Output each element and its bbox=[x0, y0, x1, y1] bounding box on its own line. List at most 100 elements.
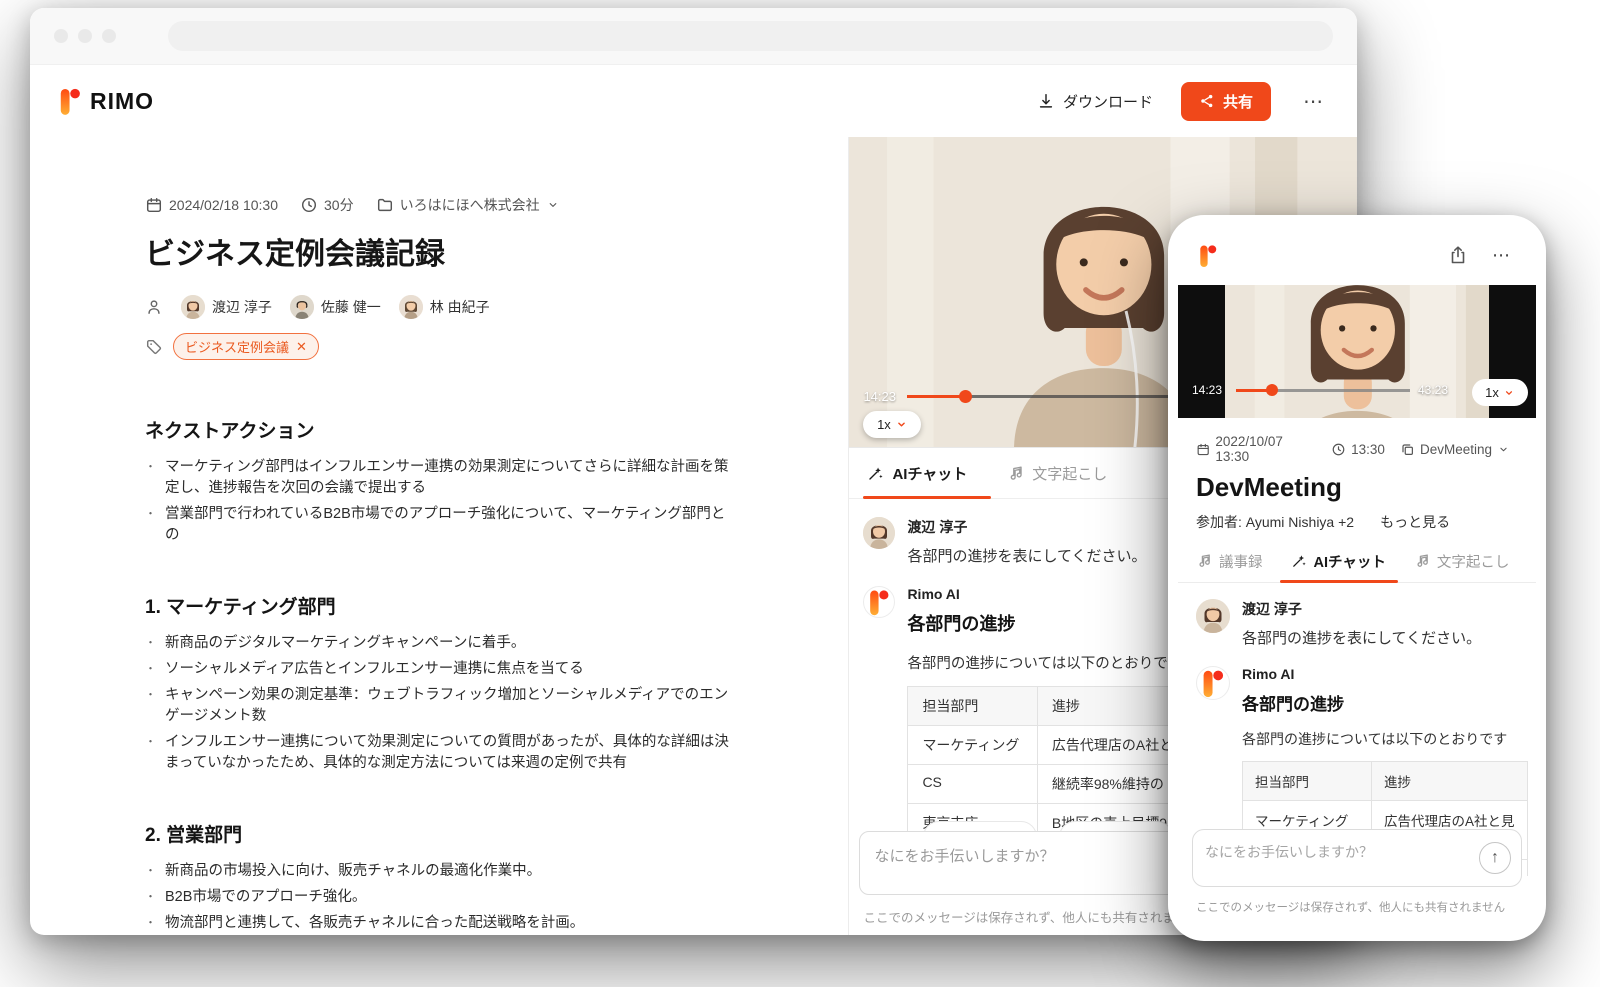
window-dot[interactable] bbox=[78, 29, 92, 43]
tag-close-icon[interactable]: ✕ bbox=[296, 339, 307, 355]
sender-name: Rimo AI bbox=[1242, 666, 1528, 682]
clock-icon bbox=[1331, 442, 1346, 457]
rimo-logo-icon[interactable] bbox=[1198, 242, 1218, 269]
share-ios-icon[interactable] bbox=[1448, 245, 1468, 265]
bullet-item: ・新商品の市場投入に向け、販売チャネルの最適化作業中。 bbox=[145, 861, 730, 882]
bullet-item: ・ソーシャルメディア広告とインフルエンサー連携に焦点を当てる bbox=[145, 659, 730, 680]
see-more-link[interactable]: もっと見る bbox=[1380, 512, 1450, 532]
page-title: ビジネス定例会議記録 bbox=[145, 229, 778, 273]
tag-pill[interactable]: ビジネス定例会議 ✕ bbox=[173, 333, 319, 360]
ai-answer-intro: 各部門の進捗については以下のとおりです bbox=[1242, 729, 1528, 749]
meta-datetime: 2024/02/18 10:30 bbox=[145, 196, 278, 214]
participant[interactable]: 林 由紀子 bbox=[399, 295, 490, 319]
chat-disclaimer: ここでのメッセージは保存されず、他人にも共有されません bbox=[863, 907, 1199, 926]
tab-label: 議事録 bbox=[1219, 551, 1263, 572]
section-heading: 1. マーケティング部門 bbox=[145, 592, 778, 619]
tab-transcript[interactable]: 文字起こし bbox=[1414, 551, 1510, 572]
chevron-down-icon[interactable] bbox=[1497, 443, 1510, 456]
tab-label: AIチャット bbox=[892, 463, 967, 484]
canvas: RIMO ダウンロード 共有 ⋯ bbox=[0, 0, 1600, 987]
sender-name: 渡辺 淳子 bbox=[1242, 599, 1481, 619]
bullet-item: ・物流部門と連携して、各販売チャネルに合った配送戦略を計画。 bbox=[145, 913, 730, 934]
meta-duration: 13:30 bbox=[1331, 442, 1385, 457]
chat-input[interactable] bbox=[1193, 830, 1455, 886]
tag-label: ビジネス定例会議 bbox=[185, 337, 289, 356]
send-arrow-icon: ↑ bbox=[1491, 849, 1499, 867]
meta-workspace[interactable]: DevMeeting bbox=[1400, 442, 1510, 457]
more-menu-button[interactable]: ⋯ bbox=[1299, 85, 1329, 118]
bullet-item: ・新商品のデジタルマーケティングキャンペーンに着手。 bbox=[145, 633, 730, 654]
send-button[interactable]: ↑ bbox=[1479, 842, 1511, 874]
mobile-screen: ⋯ bbox=[1178, 225, 1536, 931]
tab-label: 文字起こし bbox=[1032, 463, 1107, 484]
participants-label: 参加者: Ayumi Nishiya +2 bbox=[1196, 512, 1354, 532]
download-button[interactable]: ダウンロード bbox=[1037, 91, 1153, 112]
table-header: 担当部門 bbox=[1243, 762, 1372, 801]
avatar bbox=[290, 295, 314, 319]
music-note-icon bbox=[1007, 465, 1024, 482]
browser-chrome bbox=[30, 8, 1357, 65]
participants-row: 渡辺 淳子 佐藤 健一 bbox=[145, 295, 778, 319]
table-header: 進捗 bbox=[1372, 762, 1528, 801]
rimo-ai-avatar bbox=[1196, 666, 1230, 700]
mobile-video-player[interactable]: 14:23 43:23 1x bbox=[1178, 285, 1536, 418]
progress-fill bbox=[907, 395, 965, 398]
share-nodes-icon bbox=[1199, 93, 1215, 109]
meeting-meta: 2022/10/07 13:30 13:30 DevMeeting bbox=[1196, 434, 1518, 464]
participant[interactable]: 渡辺 淳子 bbox=[181, 295, 272, 319]
section-heading: ネクストアクション bbox=[145, 416, 778, 443]
table-header: 担当部門 bbox=[908, 687, 1037, 726]
share-button[interactable]: 共有 bbox=[1181, 82, 1271, 121]
app-header: RIMO ダウンロード 共有 ⋯ bbox=[30, 65, 1357, 137]
participant-name: 渡辺 淳子 bbox=[212, 297, 272, 317]
window-controls[interactable] bbox=[54, 29, 116, 43]
meta-workspace[interactable]: いろはにほへ株式会社 bbox=[376, 195, 560, 215]
person-icon bbox=[145, 298, 163, 316]
sender-name: 渡辺 淳子 bbox=[907, 517, 1146, 537]
playback-time-total: 43:23 bbox=[1418, 383, 1448, 397]
mobile-device: ⋯ bbox=[1168, 215, 1546, 941]
chevron-down-icon[interactable] bbox=[546, 198, 560, 212]
message-text: 各部門の進捗を表にしてください。 bbox=[1242, 627, 1481, 648]
tab-minutes[interactable]: 議事録 bbox=[1196, 551, 1263, 572]
tab-transcript[interactable]: 文字起こし bbox=[1007, 463, 1107, 484]
avatar bbox=[1196, 599, 1230, 633]
chat-disclaimer: ここでのメッセージは保存されず、他人にも共有されません bbox=[1196, 899, 1505, 915]
rimo-logo[interactable]: RIMO bbox=[58, 85, 154, 117]
page-title: DevMeeting bbox=[1196, 472, 1518, 503]
progress-bar[interactable] bbox=[1236, 389, 1410, 392]
address-bar[interactable] bbox=[168, 21, 1333, 51]
rimo-logo-text: RIMO bbox=[90, 88, 154, 115]
playback-speed-button[interactable]: 1x bbox=[1472, 379, 1528, 406]
calendar-icon bbox=[145, 196, 163, 214]
tab-ai-chat[interactable]: AIチャット bbox=[867, 463, 967, 484]
progress-knob[interactable] bbox=[1266, 384, 1278, 396]
bullet-item: ・インフルエンサー連携について効果測定についての質問があったが、具体的な詳細は決… bbox=[145, 732, 730, 774]
chat-message-user: 渡辺 淳子 各部門の進捗を表にしてください。 bbox=[1196, 599, 1518, 648]
mobile-tabbar: 議事録 AIチャット 文字起こし bbox=[1178, 540, 1536, 583]
avatar bbox=[181, 295, 205, 319]
playback-speed-button[interactable]: 1x bbox=[863, 411, 921, 438]
copy-folder-icon bbox=[1400, 442, 1415, 457]
participant[interactable]: 佐藤 健一 bbox=[290, 295, 381, 319]
window-dot[interactable] bbox=[102, 29, 116, 43]
meeting-meta: 2024/02/18 10:30 30分 いろはにほへ株式会社 bbox=[145, 195, 778, 215]
meta-duration: 30分 bbox=[300, 195, 354, 215]
playback-time-current: 14:23 bbox=[1192, 383, 1222, 397]
window-dot[interactable] bbox=[54, 29, 68, 43]
section-bullets: ・新商品のデジタルマーケティングキャンペーンに着手。 ・ソーシャルメディア広告と… bbox=[145, 633, 730, 774]
participant-name: 佐藤 健一 bbox=[321, 297, 381, 317]
tab-ai-chat[interactable]: AIチャット bbox=[1291, 551, 1386, 572]
calendar-icon bbox=[1196, 442, 1210, 457]
avatar bbox=[399, 295, 423, 319]
tag-icon bbox=[145, 338, 163, 356]
share-label: 共有 bbox=[1223, 91, 1253, 112]
playback-time: 14:23 bbox=[863, 389, 896, 404]
download-icon bbox=[1037, 92, 1055, 110]
more-menu-button[interactable]: ⋯ bbox=[1488, 241, 1516, 270]
music-note-icon bbox=[1196, 553, 1212, 569]
participants-row: 参加者: Ayumi Nishiya +2 もっと見る bbox=[1196, 512, 1518, 532]
document-area: 2024/02/18 10:30 30分 いろはにほへ株式会社 bbox=[30, 137, 848, 935]
bullet-item: ・営業部門で行われているB2B市場でのアプローチ強化について、マーケティング部門… bbox=[145, 504, 730, 546]
ai-wand-icon bbox=[867, 465, 884, 482]
